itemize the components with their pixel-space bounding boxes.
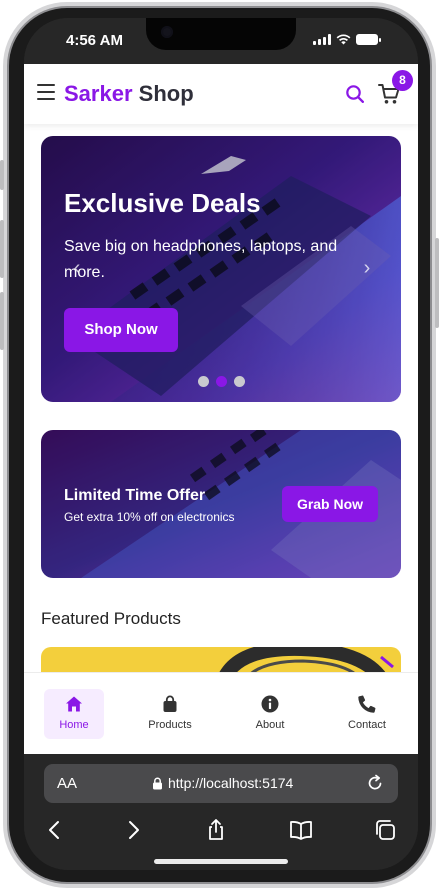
app-viewport: Sarker Shop 8 Exclusive Deals Save big o… [24,64,418,754]
carousel-dot-active[interactable] [216,376,227,387]
promo-banner: Limited Time Offer Get extra 10% off on … [41,430,401,578]
address-bar[interactable]: AA http://localhost:5174 [44,764,398,803]
search-icon[interactable] [346,85,364,103]
volume-up-button [0,220,4,278]
lock-icon [153,777,162,790]
shopping-bag-icon [163,695,177,712]
power-button [435,238,439,328]
carousel-next-icon[interactable]: › [354,250,380,286]
carousel-dot[interactable] [198,376,209,387]
featured-products-heading: Featured Products [41,609,181,628]
promo-subtitle: Get extra 10% off on electronics [64,510,235,524]
carousel-prev-icon[interactable]: ‹ [64,250,90,286]
carousel-dot[interactable] [234,376,245,387]
bookmarks-icon[interactable] [289,818,313,842]
nav-about-label: About [255,719,285,731]
cellular-signal-icon [313,34,331,45]
status-time: 4:56 AM [66,32,123,49]
dynamic-island [146,18,296,50]
home-icon [66,696,82,712]
reload-icon[interactable] [366,774,384,792]
status-icons [313,34,381,45]
battery-icon [356,34,381,45]
home-indicator [154,859,288,864]
hamburger-menu-icon[interactable] [37,84,55,100]
cart-count-badge: 8 [392,70,413,91]
hero-title: Exclusive Deals [64,188,261,218]
tabs-icon[interactable] [373,818,397,842]
nav-about[interactable]: About [240,689,300,739]
grab-now-button[interactable]: Grab Now [282,486,378,522]
forward-icon[interactable] [121,818,145,842]
url-text: http://localhost:5174 [168,775,294,791]
back-icon[interactable] [43,818,67,842]
front-camera [161,26,173,38]
nav-products-label: Products [148,719,192,731]
hero-carousel[interactable]: Exclusive Deals Save big on headphones, … [41,136,401,402]
hero-subtitle: Save big on headphones, laptops, and mor… [64,238,338,281]
phone-icon [358,695,376,713]
phone-screen: 4:56 AM Sarker Shop 8 Exclusive Deals Sa… [24,18,418,870]
shop-now-button[interactable]: Shop Now [64,308,178,352]
status-bar: 4:56 AM [24,18,418,64]
nav-contact-label: Contact [348,719,386,731]
nav-contact[interactable]: Contact [337,689,397,739]
bottom-navigation: Home Products About Contact [24,672,418,754]
info-icon [261,695,279,713]
mute-switch [0,160,4,190]
volume-down-button [0,292,4,350]
nav-home[interactable]: Home [44,689,104,739]
app-header: Sarker Shop 8 [24,64,418,124]
wifi-icon [336,34,351,45]
browser-toolbar: AA http://localhost:5174 [24,754,418,870]
nav-home-label: Home [59,719,89,731]
brand-name-primary: Sarker [64,81,133,106]
brand-logo[interactable]: Sarker Shop [64,81,194,107]
brand-name-secondary: Shop [138,81,194,106]
share-icon[interactable] [204,818,228,842]
promo-title: Limited Time Offer [64,487,206,504]
carousel-indicators [198,376,245,387]
text-size-button[interactable]: AA [57,775,77,792]
nav-products[interactable]: Products [140,689,200,739]
